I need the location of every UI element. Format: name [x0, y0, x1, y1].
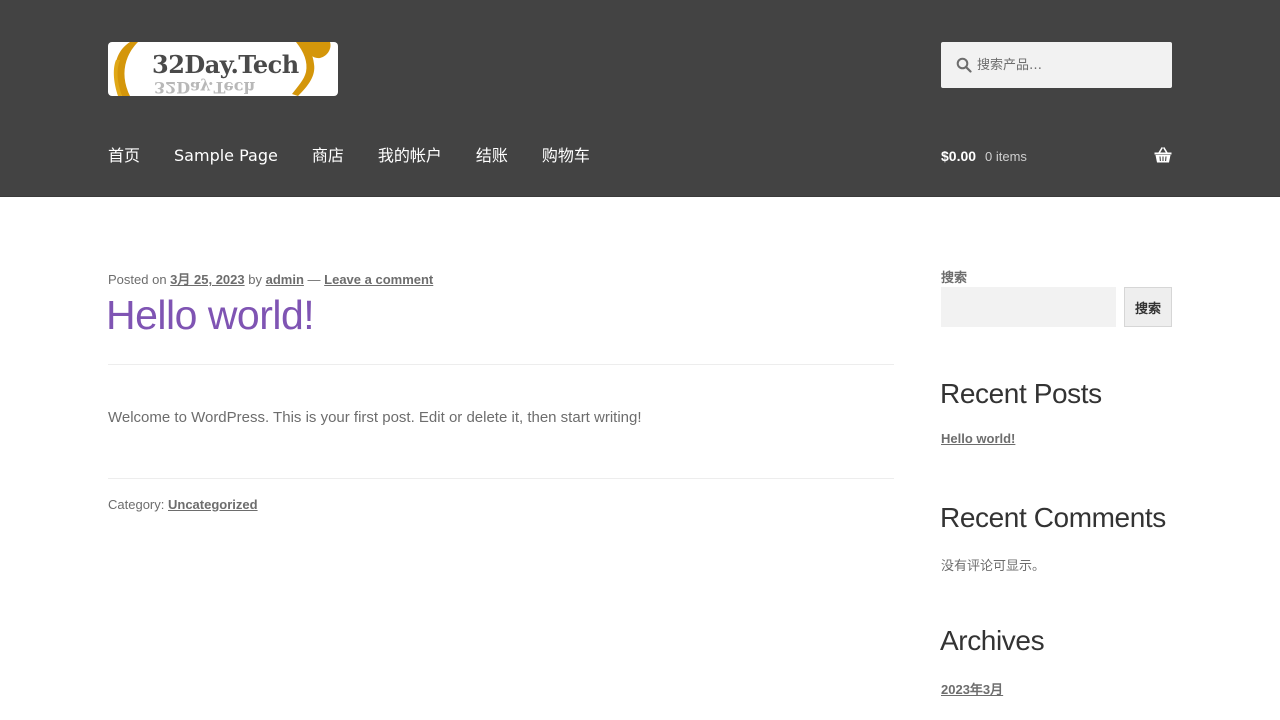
logo-reflection: 32Day.Tech: [154, 78, 256, 96]
site-logo[interactable]: 32Day.Tech 32Day.Tech: [108, 42, 338, 96]
sidebar-search-label: 搜索: [941, 271, 968, 286]
sidebar-search-input[interactable]: [941, 287, 1116, 327]
post-category: Category: Uncategorized: [108, 497, 258, 512]
post-meta: Posted on 3月 25, 2023 by admin — Leave a…: [108, 269, 433, 288]
recent-posts-title: Recent Posts: [940, 378, 1102, 409]
meta-separator: —: [307, 272, 321, 287]
nav-item-checkout[interactable]: 结账: [476, 144, 508, 170]
logo-text: 32Day.Tech: [152, 50, 299, 79]
post-title[interactable]: Hello world!: [106, 292, 315, 339]
product-search-input[interactable]: [977, 42, 1167, 88]
cart-amount: $0.00: [941, 148, 977, 164]
archives-title: Archives: [940, 625, 1045, 656]
primary-nav: 首页 Sample Page 商店 我的帐户 结账 购物车: [108, 144, 624, 170]
nav-item-home[interactable]: 首页: [108, 144, 140, 170]
posted-on-label: Posted on: [108, 272, 167, 287]
nav-item-shop[interactable]: 商店: [312, 144, 344, 170]
divider: [108, 364, 894, 365]
nav-item-sample-page[interactable]: Sample Page: [174, 144, 278, 170]
nav-item-cart[interactable]: 购物车: [542, 144, 590, 170]
recent-post-link[interactable]: Hello world!: [941, 431, 1015, 446]
leave-comment-link[interactable]: Leave a comment: [324, 272, 433, 287]
no-comments-text: 没有评论可显示。: [941, 559, 1046, 574]
nav-item-my-account[interactable]: 我的帐户: [378, 144, 442, 170]
category-link[interactable]: Uncategorized: [168, 497, 258, 512]
post-body: Welcome to WordPress. This is your first…: [108, 409, 642, 426]
sidebar-search-button[interactable]: 搜索: [1124, 287, 1172, 327]
cart-count: 0 items: [985, 149, 1027, 164]
search-icon: [956, 57, 972, 73]
basket-icon: [1154, 147, 1172, 163]
divider: [108, 478, 894, 479]
header-cart[interactable]: $0.00 0 items: [941, 145, 1172, 169]
post-date-link[interactable]: 3月 25, 2023: [170, 272, 244, 287]
recent-comments-title: Recent Comments: [940, 502, 1166, 533]
by-label: by: [248, 272, 262, 287]
site-header: 32Day.Tech 32Day.Tech 首页 Sample Page 商店 …: [0, 0, 1280, 197]
author-link[interactable]: admin: [266, 272, 304, 287]
product-search: [941, 42, 1172, 88]
archive-link[interactable]: 2023年3月: [941, 679, 1003, 698]
category-label: Category:: [108, 497, 165, 512]
